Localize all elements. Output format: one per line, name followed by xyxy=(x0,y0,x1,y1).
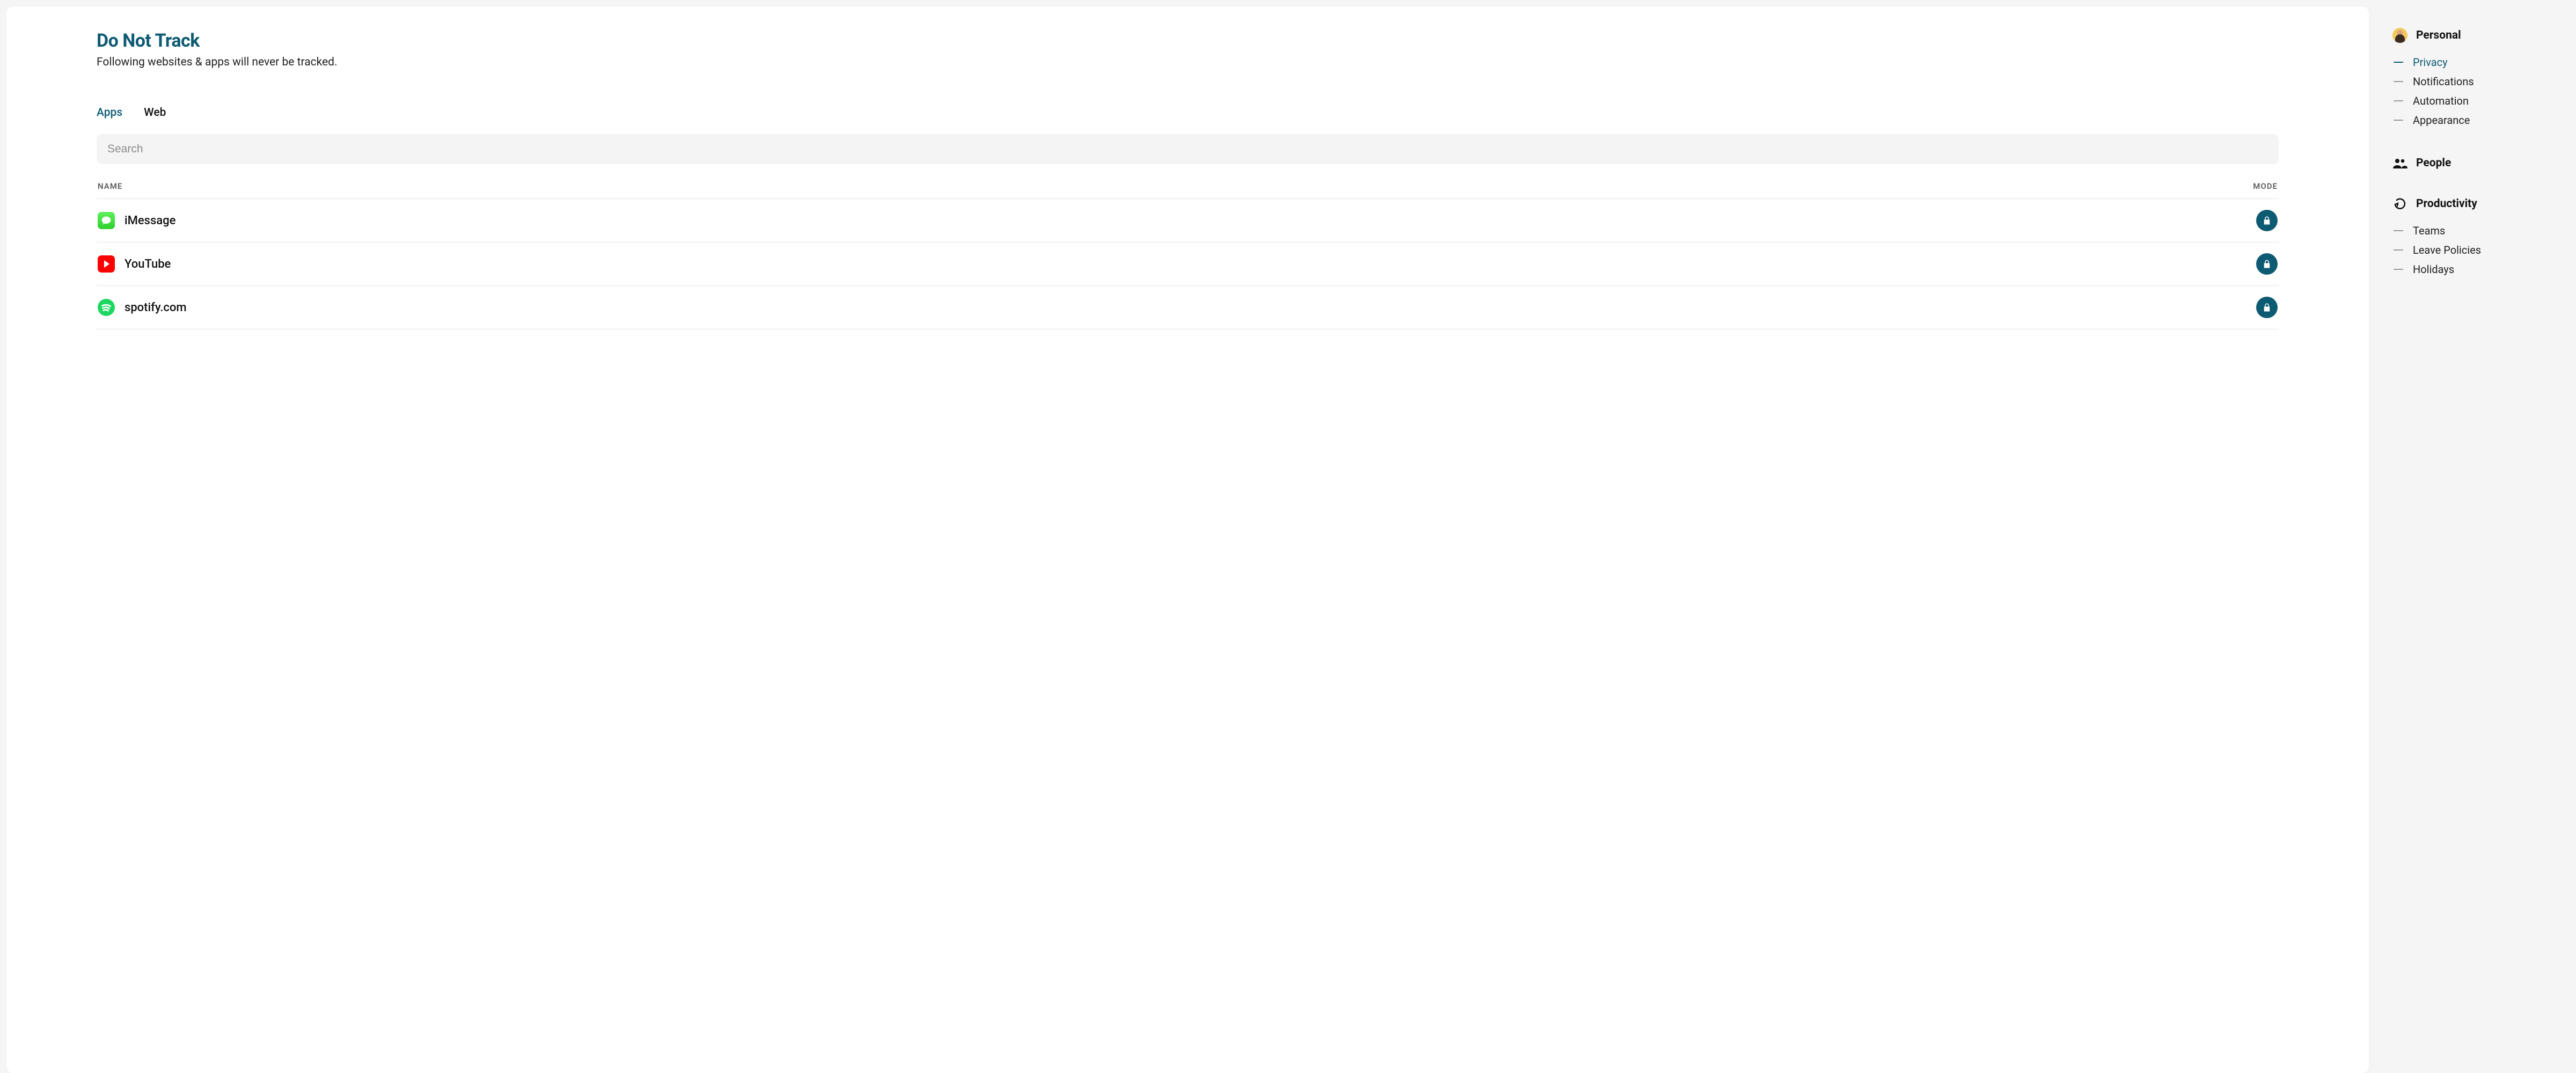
spotify-icon xyxy=(98,299,115,316)
sidebar-item-label: Privacy xyxy=(2413,56,2448,69)
sidebar-item-label: Automation xyxy=(2413,94,2469,107)
sidebar-head-personal[interactable]: Personal xyxy=(2392,28,2559,43)
col-name: NAME xyxy=(98,181,122,191)
sidebar-item-automation[interactable]: Automation xyxy=(2394,91,2559,111)
sidebar-group-people: People xyxy=(2392,156,2559,171)
sidebar-item-holidays[interactable]: Holidays xyxy=(2394,260,2559,279)
dash-icon xyxy=(2394,269,2403,270)
sidebar-item-leave-policies[interactable]: Leave Policies xyxy=(2394,240,2559,260)
dash-icon xyxy=(2394,100,2403,101)
mode-lock-button[interactable] xyxy=(2256,297,2278,318)
tabs: Apps Web xyxy=(97,106,2279,119)
sidebar-item-teams[interactable]: Teams xyxy=(2394,221,2559,240)
lock-icon xyxy=(2262,216,2272,225)
main-card: Do Not Track Following websites & apps w… xyxy=(6,6,2369,1073)
app-name: iMessage xyxy=(125,214,175,227)
search-input[interactable] xyxy=(107,143,2268,156)
sidebar-item-label: Teams xyxy=(2413,224,2445,237)
avatar-icon xyxy=(2392,28,2407,43)
sidebar-group-personal: Personal Privacy Notifications Automatio… xyxy=(2392,28,2559,130)
dash-icon xyxy=(2394,120,2403,121)
dash-icon xyxy=(2394,81,2403,82)
tab-apps[interactable]: Apps xyxy=(97,106,122,119)
lock-icon xyxy=(2262,259,2272,269)
app-name: YouTube xyxy=(125,258,171,271)
search-box[interactable] xyxy=(97,134,2279,164)
sidebar-item-notifications[interactable]: Notifications xyxy=(2394,72,2559,91)
col-mode: MODE xyxy=(2253,181,2278,191)
app-name: spotify.com xyxy=(125,301,187,314)
page-subtitle: Following websites & apps will never be … xyxy=(97,56,2279,69)
table-header: NAME MODE xyxy=(97,181,2279,199)
page-title: Do Not Track xyxy=(97,30,2279,52)
mode-lock-button[interactable] xyxy=(2256,253,2278,275)
sidebar-item-label: Holidays xyxy=(2413,263,2454,276)
table-row: iMessage xyxy=(97,199,2279,242)
sidebar-item-label: Notifications xyxy=(2413,75,2474,88)
dash-icon xyxy=(2394,249,2403,251)
sidebar-group-productivity: Productivity Teams Leave Policies Holida… xyxy=(2392,196,2559,279)
sidebar-head-people[interactable]: People xyxy=(2392,156,2559,171)
tab-web[interactable]: Web xyxy=(144,106,166,119)
dash-icon xyxy=(2394,62,2403,63)
sidebar-item-label: Leave Policies xyxy=(2413,244,2481,256)
people-icon xyxy=(2392,156,2407,171)
sidebar-title: People xyxy=(2416,157,2451,170)
table-row: spotify.com xyxy=(97,286,2279,329)
sidebar: Personal Privacy Notifications Automatio… xyxy=(2382,6,2570,1073)
imessage-icon xyxy=(98,212,115,229)
sidebar-item-appearance[interactable]: Appearance xyxy=(2394,111,2559,130)
mode-lock-button[interactable] xyxy=(2256,210,2278,231)
sidebar-item-privacy[interactable]: Privacy xyxy=(2394,53,2559,72)
table-row: YouTube xyxy=(97,242,2279,286)
sidebar-title: Personal xyxy=(2416,29,2461,42)
lock-icon xyxy=(2262,303,2272,312)
sidebar-item-label: Appearance xyxy=(2413,114,2470,127)
sidebar-title: Productivity xyxy=(2416,197,2477,210)
sidebar-head-productivity[interactable]: Productivity xyxy=(2392,196,2559,211)
dash-icon xyxy=(2394,230,2403,231)
productivity-icon xyxy=(2392,196,2407,211)
youtube-icon xyxy=(98,255,115,273)
